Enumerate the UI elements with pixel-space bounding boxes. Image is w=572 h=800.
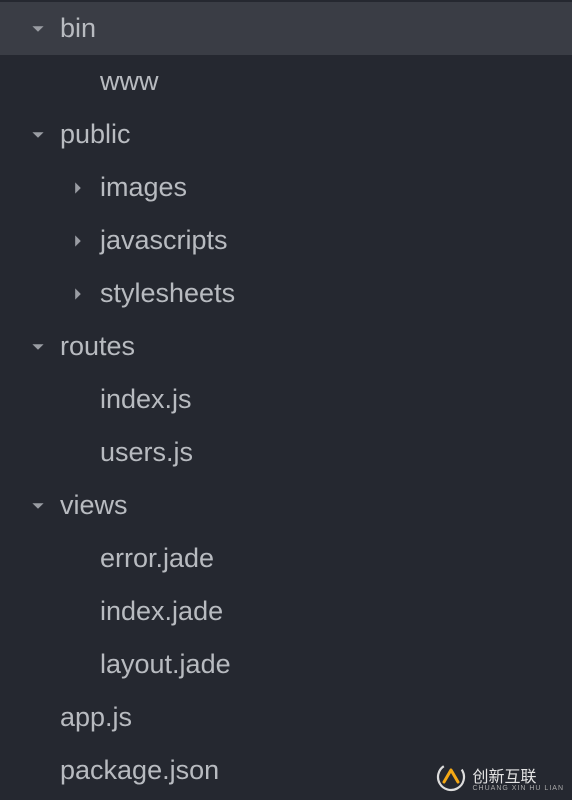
tree-item-error-jade[interactable]: error.jade — [0, 532, 572, 585]
tree-item-bin[interactable]: bin — [0, 2, 572, 55]
file-tree: binwww public images javascripts stylesheets… — [0, 0, 572, 797]
tree-item-label: javascripts — [100, 225, 228, 256]
tree-item-label: public — [60, 119, 131, 150]
tree-item-images[interactable]: images — [0, 161, 572, 214]
tree-item-label: images — [100, 172, 187, 203]
tree-item-index-jade[interactable]: index.jade — [0, 585, 572, 638]
watermark-text: 创新互联 — [472, 769, 536, 786]
watermark-logo-icon — [436, 762, 466, 792]
tree-item-label: error.jade — [100, 543, 214, 574]
tree-item-stylesheets[interactable]: stylesheets — [0, 267, 572, 320]
tree-item-users-js[interactable]: users.js — [0, 426, 572, 479]
chevron-right-icon[interactable] — [68, 234, 88, 248]
chevron-down-icon[interactable] — [28, 128, 48, 142]
tree-item-label: layout.jade — [100, 649, 231, 680]
tree-item-layout-jade[interactable]: layout.jade — [0, 638, 572, 691]
watermark-subtext: CHUANG XIN HU LIAN — [472, 785, 564, 792]
tree-item-label: app.js — [60, 702, 132, 733]
tree-item-label: index.jade — [100, 596, 223, 627]
tree-item-label: routes — [60, 331, 135, 362]
chevron-down-icon[interactable] — [28, 499, 48, 513]
chevron-down-icon[interactable] — [28, 22, 48, 36]
tree-item-label: bin — [60, 13, 96, 44]
tree-item-www[interactable]: www — [0, 55, 572, 108]
chevron-down-icon[interactable] — [28, 340, 48, 354]
tree-item-views[interactable]: views — [0, 479, 572, 532]
chevron-right-icon[interactable] — [68, 181, 88, 195]
tree-item-label: stylesheets — [100, 278, 235, 309]
tree-item-index-js[interactable]: index.js — [0, 373, 572, 426]
tree-item-label: www — [100, 66, 159, 97]
chevron-right-icon[interactable] — [68, 287, 88, 301]
watermark: 创新互联 CHUANG XIN HU LIAN — [436, 762, 564, 792]
tree-item-label: package.json — [60, 755, 219, 786]
tree-item-label: views — [60, 490, 128, 521]
tree-item-public[interactable]: public — [0, 108, 572, 161]
tree-item-app-js[interactable]: app.js — [0, 691, 572, 744]
tree-item-label: index.js — [100, 384, 192, 415]
tree-item-label: users.js — [100, 437, 193, 468]
tree-item-routes[interactable]: routes — [0, 320, 572, 373]
tree-item-javascripts[interactable]: javascripts — [0, 214, 572, 267]
